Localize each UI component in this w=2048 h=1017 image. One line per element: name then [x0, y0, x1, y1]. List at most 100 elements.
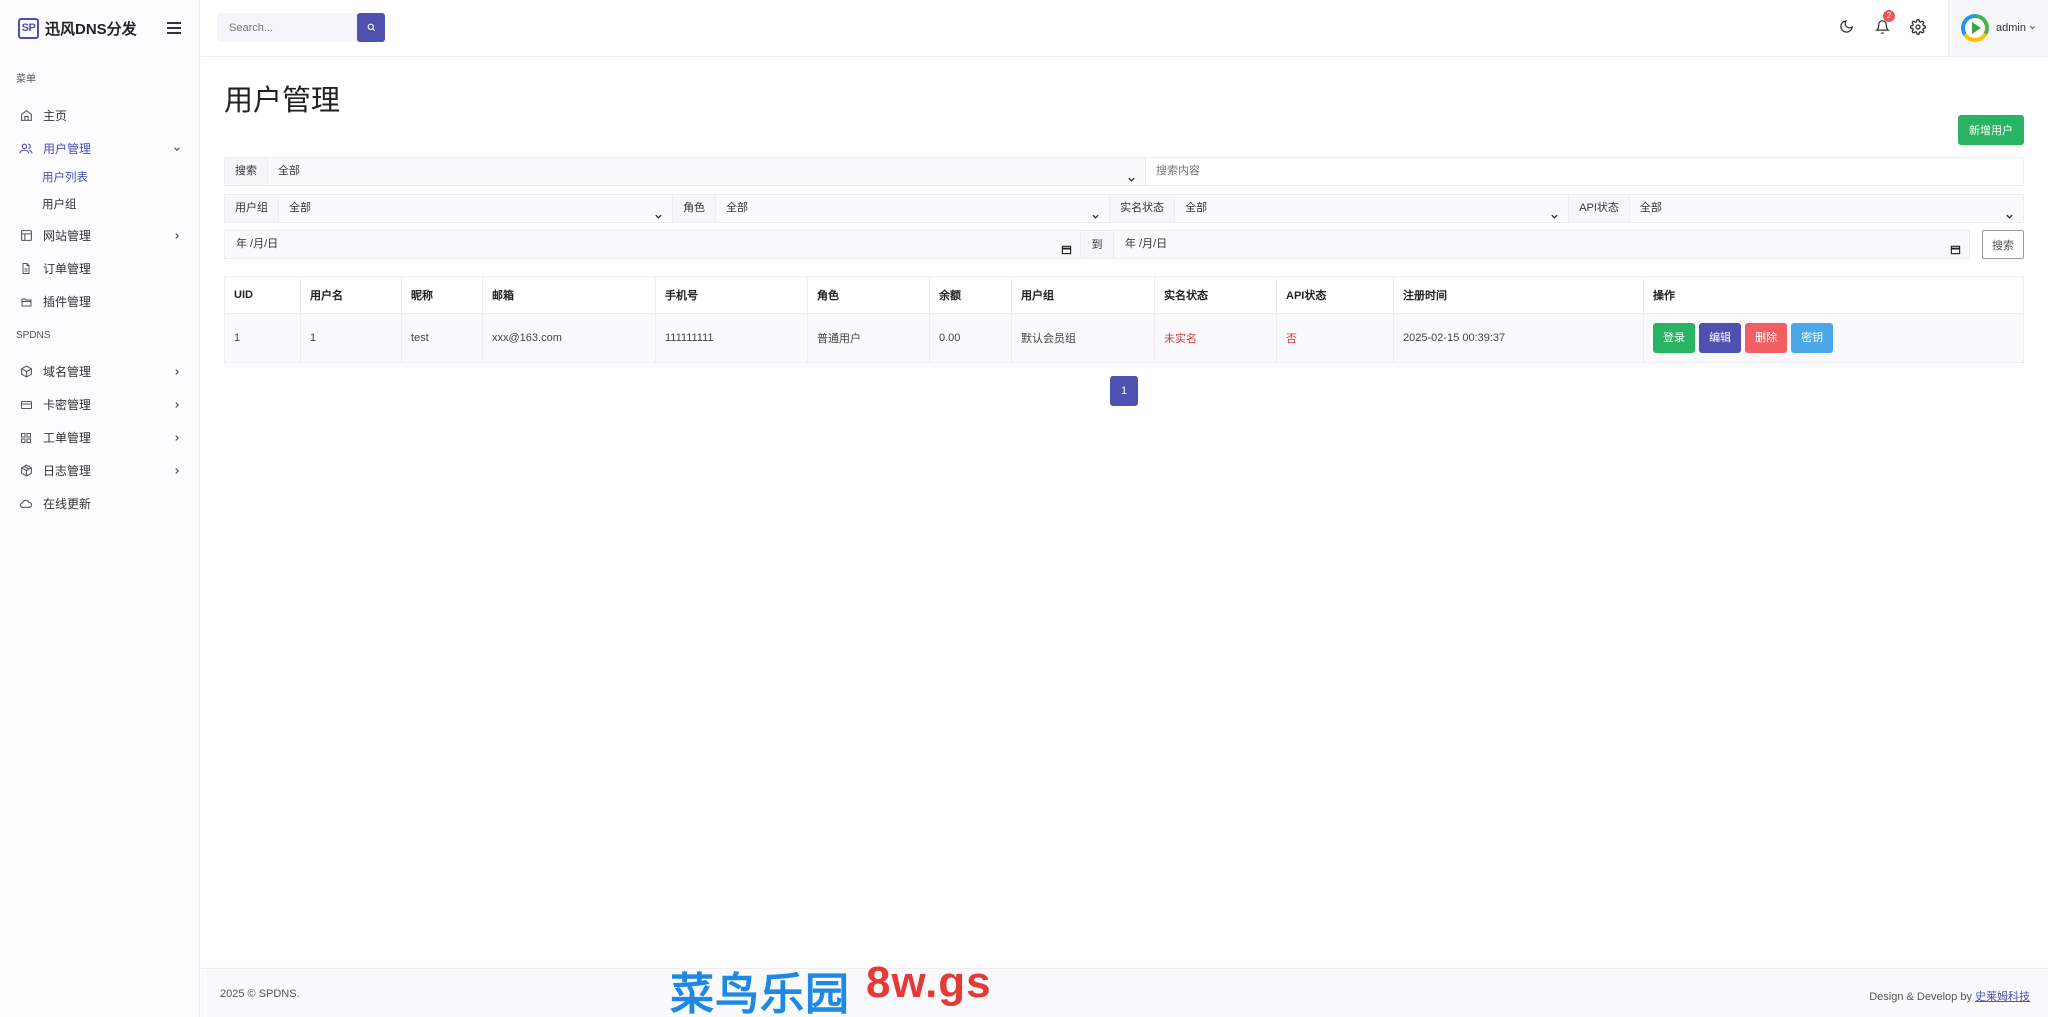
chevron-right-icon — [173, 467, 181, 475]
sidebar-item-websites[interactable]: 网站管理 — [0, 219, 199, 252]
cell-nickname: test — [401, 313, 483, 363]
filter-label: 实名状态 — [1110, 195, 1176, 222]
page-title: 用户管理 — [224, 85, 341, 117]
notifications-button[interactable]: 2 — [1864, 0, 1900, 56]
sidebar-item-label: 卡密管理 — [43, 398, 92, 412]
edit-button[interactable]: 编辑 — [1699, 323, 1742, 353]
chevron-right-icon — [173, 401, 181, 409]
search-input[interactable] — [217, 13, 361, 42]
select-value: 全部 — [1185, 202, 1208, 214]
select-value: 全部 — [289, 202, 311, 214]
brand-name[interactable]: 迅风DNS分发 — [45, 18, 137, 39]
cell-actions: 登录 编辑 删除 密钥 — [1643, 313, 2024, 363]
watermark: 菜鸟乐园 8w.gs — [670, 958, 992, 1017]
chevron-down-icon — [654, 205, 662, 219]
brand: SP 迅风DNS分发 — [0, 0, 199, 56]
add-user-button[interactable]: 新增用户 — [1958, 115, 2024, 145]
pagination-page-1[interactable]: 1 — [1110, 376, 1138, 406]
chevron-right-icon — [173, 434, 181, 442]
filter-label: 用户组 — [225, 195, 279, 222]
sidebar-item-tickets[interactable]: 工单管理 — [0, 421, 199, 454]
chevron-down-icon — [2029, 24, 2036, 33]
footer: 2025 © SPDNS. Design & Develop by 史莱姆科技 — [201, 968, 2048, 1017]
chevron-down-icon — [1127, 168, 1135, 182]
sidebar-item-label: 订单管理 — [43, 262, 92, 276]
sidebar-item-home[interactable]: 主页 — [0, 99, 199, 132]
select-value: 全部 — [726, 202, 749, 214]
sidebar: SP 迅风DNS分发 菜单 主页 用户管理 用户列表 用户组 网站管理 订单管理… — [0, 0, 200, 1017]
sidebar-item-logs[interactable]: 日志管理 — [0, 454, 199, 487]
search-field-select[interactable]: 全部 — [268, 158, 1146, 185]
user-menu[interactable]: admin — [1948, 0, 2048, 56]
col-header: 用户名 — [300, 276, 402, 314]
submenu-item-user-list[interactable]: 用户列表 — [0, 165, 199, 192]
chevron-down-icon — [1091, 205, 1099, 219]
sidebar-item-plugins[interactable]: 插件管理 — [0, 285, 199, 318]
cell-registered: 2025-02-15 00:39:37 — [1393, 313, 1644, 363]
sidebar-item-label: 日志管理 — [43, 464, 92, 478]
api-key-button[interactable]: 密钥 — [1791, 323, 1834, 353]
date-value: 年 /月/日 — [236, 238, 279, 250]
api-status-select[interactable]: 全部 — [1629, 195, 2023, 222]
search-icon — [367, 20, 376, 35]
sidebar-item-orders[interactable]: 订单管理 — [0, 252, 199, 285]
chevron-right-icon — [173, 232, 181, 240]
menu-toggle-icon[interactable] — [167, 22, 181, 34]
dark-mode-toggle[interactable] — [1828, 0, 1864, 56]
chevron-right-icon — [173, 368, 181, 376]
table-row: 1 1 test xxx@163.com 111111111 普通用户 0.00… — [224, 313, 2024, 363]
date-to-input[interactable]: 年 /月/日 — [1113, 230, 1970, 259]
box-icon — [19, 365, 33, 379]
cell-email: xxx@163.com — [482, 313, 656, 363]
menu-section-title: SPDNS — [16, 330, 51, 341]
avatar — [1961, 14, 1989, 42]
layout-icon — [19, 229, 33, 243]
sidebar-item-domains[interactable]: 域名管理 — [0, 355, 199, 388]
copyright: 2025 © SPDNS. — [220, 988, 300, 1000]
sidebar-item-update[interactable]: 在线更新 — [0, 487, 199, 520]
cell-api-status: 否 — [1276, 313, 1394, 363]
col-header: UID — [224, 276, 301, 314]
col-header: API状态 — [1276, 276, 1394, 314]
col-header: 手机号 — [655, 276, 808, 314]
credit-link[interactable]: 史莱姆科技 — [1975, 991, 2030, 1003]
card-icon — [19, 398, 33, 412]
cloud-icon — [19, 497, 33, 511]
grid-icon — [19, 431, 33, 445]
col-header: 余额 — [929, 276, 1012, 314]
submenu-item-user-group[interactable]: 用户组 — [0, 192, 199, 219]
main-content: 用户管理 新增用户 搜索 全部 用户组 全部 角色 全部 实名状态 全部 API… — [201, 57, 2048, 968]
sidebar-item-label: 在线更新 — [43, 497, 92, 511]
home-icon — [19, 109, 33, 123]
search-content-input[interactable] — [1146, 158, 2023, 185]
delete-button[interactable]: 删除 — [1745, 323, 1788, 353]
credit: Design & Develop by 史莱姆科技 — [1869, 988, 2030, 1004]
cell-realname-status: 未实名 — [1154, 313, 1277, 363]
topbar-actions: 2 admin — [1828, 0, 2048, 56]
date-filter-row: 年 /月/日 到 年 /月/日 搜索 — [224, 230, 2024, 259]
user-table: UID 用户名 昵称 邮箱 手机号 角色 余额 用户组 实名状态 API状态 注… — [224, 276, 2024, 363]
filter-search-button[interactable]: 搜索 — [1982, 230, 2024, 259]
settings-button[interactable] — [1900, 0, 1936, 56]
search-button[interactable] — [357, 13, 385, 42]
role-select[interactable]: 全部 — [716, 195, 1111, 222]
file-icon — [19, 262, 33, 276]
users-icon — [19, 142, 33, 156]
col-header: 注册时间 — [1393, 276, 1644, 314]
topbar: 2 admin — [201, 0, 2048, 57]
sidebar-item-label: 工单管理 — [43, 431, 92, 445]
date-from-input[interactable]: 年 /月/日 — [224, 230, 1081, 259]
sidebar-item-label: 网站管理 — [43, 229, 92, 243]
cell-role: 普通用户 — [807, 313, 930, 363]
date-value: 年 /月/日 — [1125, 238, 1168, 250]
sidebar-item-cards[interactable]: 卡密管理 — [0, 388, 199, 421]
realname-select[interactable]: 全部 — [1175, 195, 1570, 222]
sidebar-item-label: 主页 — [43, 109, 68, 123]
col-header: 操作 — [1643, 276, 2024, 314]
cell-balance: 0.00 — [929, 313, 1012, 363]
login-button[interactable]: 登录 — [1653, 323, 1695, 353]
chevron-down-icon — [1550, 205, 1558, 219]
group-select[interactable]: 全部 — [279, 195, 674, 222]
brand-logo[interactable]: SP — [18, 17, 39, 39]
sidebar-item-users[interactable]: 用户管理 — [0, 132, 199, 165]
